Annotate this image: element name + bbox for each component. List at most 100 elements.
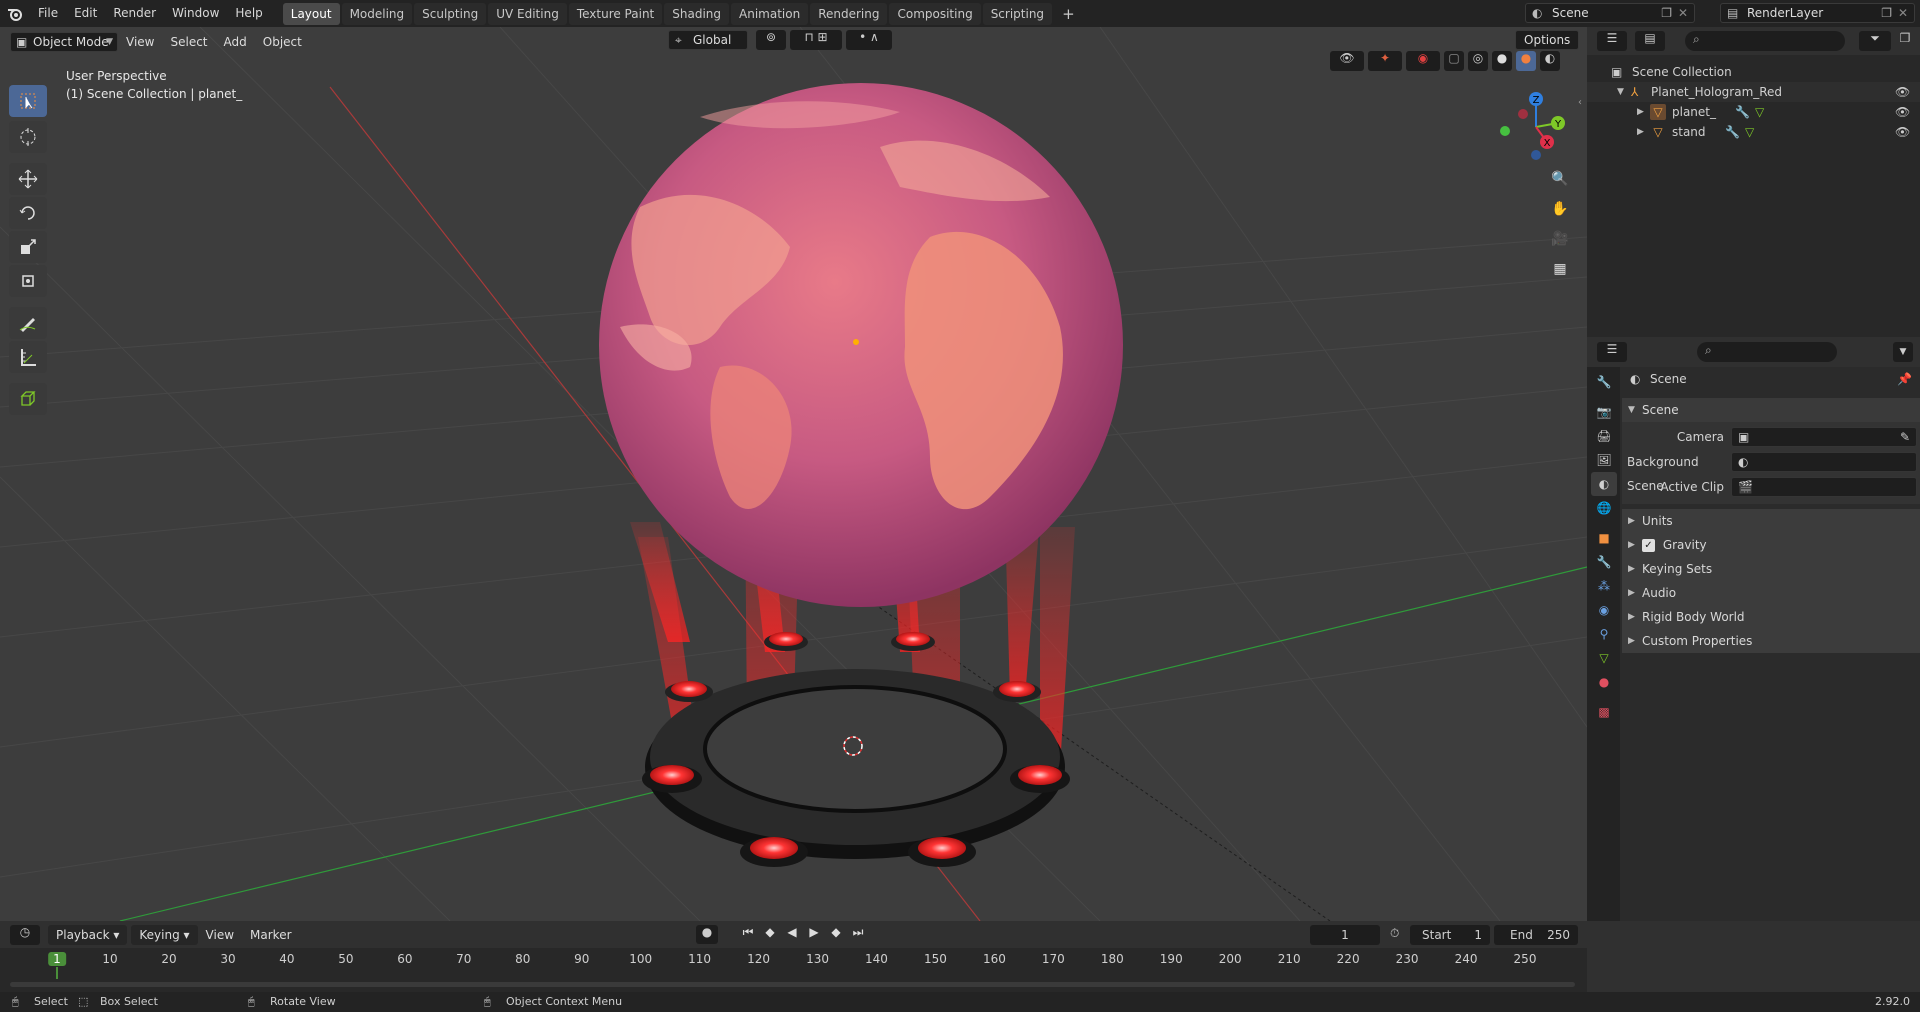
scene-panel-header[interactable]: ▼ Scene <box>1622 398 1920 422</box>
camera-view-icon[interactable]: 🎥 <box>1548 227 1572 251</box>
tab-scripting[interactable]: Scripting <box>982 2 1053 25</box>
outliner-row-planet[interactable]: ▶ ▽ planet_ 🔧 ▽ 👁 <box>1587 102 1920 122</box>
transform-orientation-dropdown[interactable]: ⌖ Global <box>668 30 748 50</box>
camera-field[interactable]: ▣ ✎ <box>1731 427 1917 447</box>
move-tool[interactable] <box>9 163 47 195</box>
new-view-layer-icon[interactable]: ❐ <box>1881 4 1892 22</box>
output-tab-icon[interactable]: 🖨 <box>1591 424 1617 448</box>
overlays-icon[interactable]: ◉ <box>1406 51 1440 71</box>
gravity-panel-header[interactable]: ▶ ✓ Gravity <box>1622 533 1920 557</box>
measure-tool[interactable] <box>9 341 47 373</box>
tab-animation[interactable]: Animation <box>731 2 809 25</box>
sidebar-toggle-icon[interactable]: ‹ <box>1578 97 1582 108</box>
particles-tab-icon[interactable]: ⁂ <box>1591 574 1617 598</box>
render-tab-icon[interactable]: 📷 <box>1591 400 1617 424</box>
cursor-tool[interactable] <box>9 121 47 153</box>
scene-tab-icon[interactable]: ◐ <box>1591 472 1617 496</box>
playhead[interactable] <box>56 967 58 979</box>
background-scene-field[interactable]: ◐ <box>1731 452 1917 472</box>
blender-logo-icon[interactable] <box>0 0 30 27</box>
new-scene-icon[interactable]: ❐ <box>1661 4 1672 22</box>
pin-icon[interactable]: 📌 <box>1897 367 1912 391</box>
tool-tab-icon[interactable]: 🔧 <box>1591 370 1617 394</box>
custom-properties-panel-header[interactable]: ▶ Custom Properties <box>1622 629 1920 653</box>
viewport-menu-select[interactable]: Select <box>162 32 215 52</box>
menu-render[interactable]: Render <box>105 0 164 27</box>
scale-tool[interactable] <box>9 231 47 263</box>
menu-help[interactable]: Help <box>227 0 270 27</box>
world-tab-icon[interactable]: 🌐 <box>1591 496 1617 520</box>
eye-icon[interactable]: 👁 <box>1895 122 1910 142</box>
perspective-grid-icon[interactable]: ▦ <box>1548 257 1572 281</box>
chevron-down-icon[interactable]: ▼ <box>1893 342 1913 362</box>
eyedropper-icon[interactable]: ✎ <box>1900 425 1910 449</box>
viewport-menu-object[interactable]: Object <box>255 32 310 52</box>
delete-scene-icon[interactable]: ✕ <box>1678 4 1688 22</box>
modifier-tab-icon[interactable]: 🔧 <box>1591 550 1617 574</box>
viewport-menu-view[interactable]: View <box>118 32 162 52</box>
properties-search-input[interactable]: ⌕ <box>1697 342 1837 362</box>
menu-file[interactable]: File <box>30 0 66 27</box>
filter-icon[interactable]: ⏷ <box>1859 31 1891 51</box>
visibility-icon[interactable]: 👁 <box>1330 51 1364 71</box>
gizmo-toggle-icon[interactable]: ✦ <box>1368 51 1402 71</box>
proportional-editing-icon[interactable]: • ∧ <box>846 30 892 50</box>
annotate-tool[interactable] <box>9 307 47 339</box>
view-layer-selector[interactable]: ▤ RenderLayer ❐ ✕ <box>1720 3 1915 23</box>
new-collection-icon[interactable]: ❐ <box>1895 31 1915 51</box>
navigation-gizmo[interactable]: Z Y X <box>1488 87 1568 167</box>
object-tab-icon[interactable]: ■ <box>1591 526 1617 550</box>
snap-icon[interactable]: ⊓ ⊞ <box>790 30 842 50</box>
mesh-data-tab-icon[interactable]: ▽ <box>1591 646 1617 670</box>
transform-tool[interactable] <box>9 265 47 297</box>
rotate-tool[interactable] <box>9 197 47 229</box>
editor-type-icon[interactable]: ☰ <box>1597 342 1627 362</box>
select-box-tool[interactable] <box>9 85 47 117</box>
rigid-body-world-panel-header[interactable]: ▶ Rigid Body World <box>1622 605 1920 629</box>
menu-window[interactable]: Window <box>164 0 227 27</box>
tab-shading[interactable]: Shading <box>664 2 729 25</box>
tab-uv-editing[interactable]: UV Editing <box>488 2 567 25</box>
3d-viewport[interactable]: ▣ Object Mode ▼ View Select Add Object ⌖… <box>0 27 1587 921</box>
outliner-row-planet-hologram-red[interactable]: ▼ ⅄ Planet_Hologram_Red 👁 <box>1587 82 1920 102</box>
display-mode-icon[interactable]: ▤ <box>1635 31 1665 51</box>
constraints-tab-icon[interactable]: ⚲ <box>1591 622 1617 646</box>
outliner-row-stand[interactable]: ▶ ▽ stand 🔧 ▽ 👁 <box>1587 122 1920 142</box>
tab-sculpting[interactable]: Sculpting <box>414 2 487 25</box>
tab-layout[interactable]: Layout <box>282 2 340 25</box>
physics-tab-icon[interactable]: ◉ <box>1591 598 1617 622</box>
keying-sets-panel-header[interactable]: ▶ Keying Sets <box>1622 557 1920 581</box>
viewport-scene[interactable] <box>0 27 1587 921</box>
expand-arrow-icon[interactable]: ▼ <box>1617 82 1624 102</box>
outliner-search-input[interactable]: ⌕ <box>1685 31 1845 51</box>
rendered-shading-icon[interactable]: ◐ <box>1540 51 1560 71</box>
wireframe-shading-icon[interactable]: ◎ <box>1468 51 1488 71</box>
pan-hand-icon[interactable]: ✋ <box>1548 197 1572 221</box>
view-layer-tab-icon[interactable]: 🖼 <box>1591 448 1617 472</box>
tab-rendering[interactable]: Rendering <box>810 2 888 25</box>
audio-panel-header[interactable]: ▶ Audio <box>1622 581 1920 605</box>
tab-modeling[interactable]: Modeling <box>341 2 413 25</box>
material-shading-icon[interactable]: ● <box>1516 51 1536 71</box>
object-mode-dropdown[interactable]: ▣ Object Mode ▼ <box>10 32 118 52</box>
xray-icon[interactable]: ▢ <box>1444 51 1464 71</box>
expand-arrow-icon[interactable]: ▶ <box>1637 122 1644 142</box>
editor-type-icon[interactable]: ☰ <box>1597 31 1627 51</box>
texture-tab-icon[interactable]: ▩ <box>1591 700 1617 724</box>
eye-icon[interactable]: 👁 <box>1895 102 1910 122</box>
units-panel-header[interactable]: ▶ Units <box>1622 509 1920 533</box>
solid-shading-icon[interactable]: ● <box>1492 51 1512 71</box>
eye-icon[interactable]: 👁 <box>1895 82 1910 102</box>
delete-view-layer-icon[interactable]: ✕ <box>1898 4 1908 22</box>
zoom-icon[interactable]: 🔍 <box>1548 167 1572 191</box>
expand-arrow-icon[interactable]: ▶ <box>1637 102 1644 122</box>
scene-selector[interactable]: ◐ Scene ❐ ✕ <box>1525 3 1695 23</box>
add-cube-tool[interactable] <box>9 383 47 415</box>
add-workspace-button[interactable]: + <box>1054 3 1083 25</box>
menu-edit[interactable]: Edit <box>66 0 105 27</box>
options-dropdown[interactable]: Options <box>1515 30 1579 50</box>
timeline-scrollbar[interactable] <box>10 982 1575 987</box>
outliner-row-scene-collection[interactable]: ▣ Scene Collection <box>1587 62 1920 82</box>
viewport-menu-add[interactable]: Add <box>216 32 255 52</box>
tab-texture-paint[interactable]: Texture Paint <box>568 2 663 25</box>
